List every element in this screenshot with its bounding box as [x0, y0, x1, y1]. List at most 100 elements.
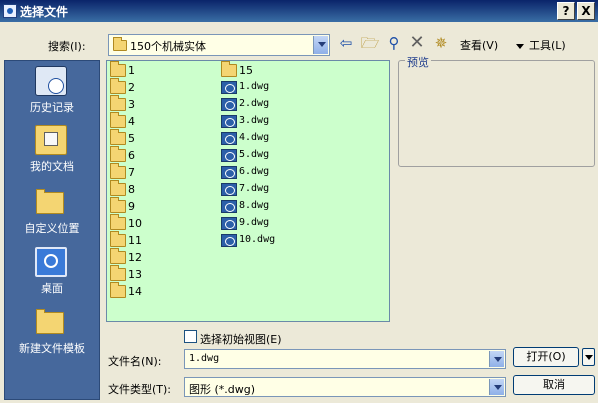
folder-icon: [110, 248, 126, 264]
filename-field[interactable]: 1.dwg: [184, 349, 506, 369]
open-options-dropdown[interactable]: [582, 348, 595, 366]
tools-menu-label: 工具(L): [529, 39, 566, 52]
cancel-button[interactable]: 取消: [513, 375, 595, 395]
folder-icon: [110, 214, 126, 230]
file-name: 3: [128, 98, 135, 111]
dwg-file-icon: [221, 149, 237, 162]
history-icon: [35, 66, 67, 96]
folder-up-icon[interactable]: 🗁: [360, 33, 380, 53]
folder-icon: [110, 163, 126, 179]
chevron-down-icon[interactable]: [313, 36, 328, 54]
dwg-file-icon: [221, 98, 237, 111]
folder-icon: [110, 61, 126, 77]
place-label: 桌面: [41, 282, 63, 295]
folder-icon: [110, 112, 126, 128]
file-name: 15: [239, 64, 253, 77]
folder-icon: [221, 61, 237, 77]
folder-icon: [110, 78, 126, 94]
folder-icon: [110, 95, 126, 111]
file-name: 6: [128, 149, 135, 162]
place-label: 历史记录: [30, 101, 74, 114]
place-label: 新建文件模板: [19, 342, 85, 355]
dwg-file-icon: [221, 81, 237, 94]
file-name: 10: [128, 217, 142, 230]
file-name: 7: [128, 166, 135, 179]
initial-view-label[interactable]: 选择初始视图(E): [200, 331, 282, 347]
location-combo[interactable]: 150个机械实体: [108, 34, 330, 56]
file-name: 5.dwg: [239, 149, 270, 160]
magnifier-icon[interactable]: ⚲: [384, 33, 404, 53]
folder-icon: [110, 129, 126, 145]
file-name: 4.dwg: [239, 132, 270, 143]
dwg-file-icon: [221, 183, 237, 196]
open-button[interactable]: 打开(O): [513, 347, 579, 367]
initial-view-checkbox[interactable]: [184, 330, 197, 343]
dwg-file-icon: [221, 132, 237, 145]
file-name: 9.dwg: [239, 217, 270, 228]
file-name: 3.dwg: [239, 115, 270, 126]
dwg-file-icon: [221, 200, 237, 213]
file-name: 2: [128, 81, 135, 94]
app-icon: [3, 4, 17, 18]
arrow-left-icon[interactable]: ⇦: [336, 33, 356, 53]
help-button[interactable]: ?: [557, 2, 575, 20]
folder-icon: [113, 37, 127, 51]
dwg-file-icon: [221, 234, 237, 247]
location-value: 150个机械实体: [130, 40, 206, 53]
file-name: 6.dwg: [239, 166, 270, 177]
folder-icon: [36, 309, 64, 334]
folder-icon: [110, 265, 126, 281]
dwg-file-icon: [221, 166, 237, 179]
file-name: 1: [128, 64, 135, 77]
chevron-down-icon[interactable]: [489, 379, 504, 395]
filetype-value: 图形 (*.dwg): [189, 383, 256, 396]
folder-icon: [110, 180, 126, 196]
title-bar: 选择文件 ? X: [0, 0, 598, 22]
file-name: 1.dwg: [239, 81, 270, 92]
place-desktop[interactable]: 桌面: [5, 247, 99, 307]
file-name: 14: [128, 285, 142, 298]
file-name: 8: [128, 183, 135, 196]
chevron-down-icon[interactable]: [489, 351, 504, 367]
views-menu[interactable]: 查看(V): [460, 37, 498, 53]
file-name: 9: [128, 200, 135, 213]
folder-icon: [110, 231, 126, 247]
place-label: 我的文档: [30, 160, 74, 173]
folder-icon: [36, 189, 64, 214]
place-history[interactable]: 历史记录: [5, 66, 99, 126]
filename-label: 文件名(N):: [108, 355, 162, 368]
places-bar: 历史记录 我的文档 自定义位置 桌面 新建文件模板: [4, 60, 100, 400]
file-name: 12: [128, 251, 142, 264]
chevron-down-icon: [516, 43, 524, 49]
close-button[interactable]: X: [577, 2, 595, 20]
filetype-label: 文件类型(T):: [108, 383, 172, 396]
filetype-select[interactable]: 图形 (*.dwg): [184, 377, 506, 397]
file-name: 7.dwg: [239, 183, 270, 194]
dwg-file-icon: [221, 217, 237, 230]
file-name: 4: [128, 115, 135, 128]
filename-value: 1.dwg: [189, 353, 220, 364]
file-name: 13: [128, 268, 142, 281]
file-name: 2.dwg: [239, 98, 270, 109]
desktop-icon: [35, 247, 67, 277]
tools-menu[interactable]: 工具(L): [516, 37, 566, 53]
file-name: 5: [128, 132, 135, 145]
folder-icon: [110, 146, 126, 162]
file-name: 11: [128, 234, 142, 247]
place-custom-location[interactable]: 自定义位置: [5, 187, 99, 247]
place-new-file-template[interactable]: 新建文件模板: [5, 307, 99, 367]
folder-icon: [110, 197, 126, 213]
place-my-documents[interactable]: 我的文档: [5, 125, 99, 185]
file-list[interactable]: 1 2 3 4 5 6 7 8 9 10 11 12 13 14 15 1.dwg 2.dwg 3.dwg 4.d…: [106, 60, 390, 322]
preview-panel: 预览: [398, 54, 595, 167]
new-folder-icon[interactable]: ✵: [431, 33, 451, 53]
file-name: 10.dwg: [239, 234, 276, 245]
file-name: 8.dwg: [239, 200, 270, 211]
window-title: 选择文件: [20, 5, 69, 19]
search-label: 搜索(I):: [48, 40, 86, 53]
my-documents-icon: [35, 125, 67, 155]
dwg-file-icon: [221, 115, 237, 128]
place-label: 自定义位置: [24, 222, 80, 235]
folder-icon: [110, 282, 126, 298]
delete-x-icon[interactable]: ✕: [407, 33, 427, 53]
